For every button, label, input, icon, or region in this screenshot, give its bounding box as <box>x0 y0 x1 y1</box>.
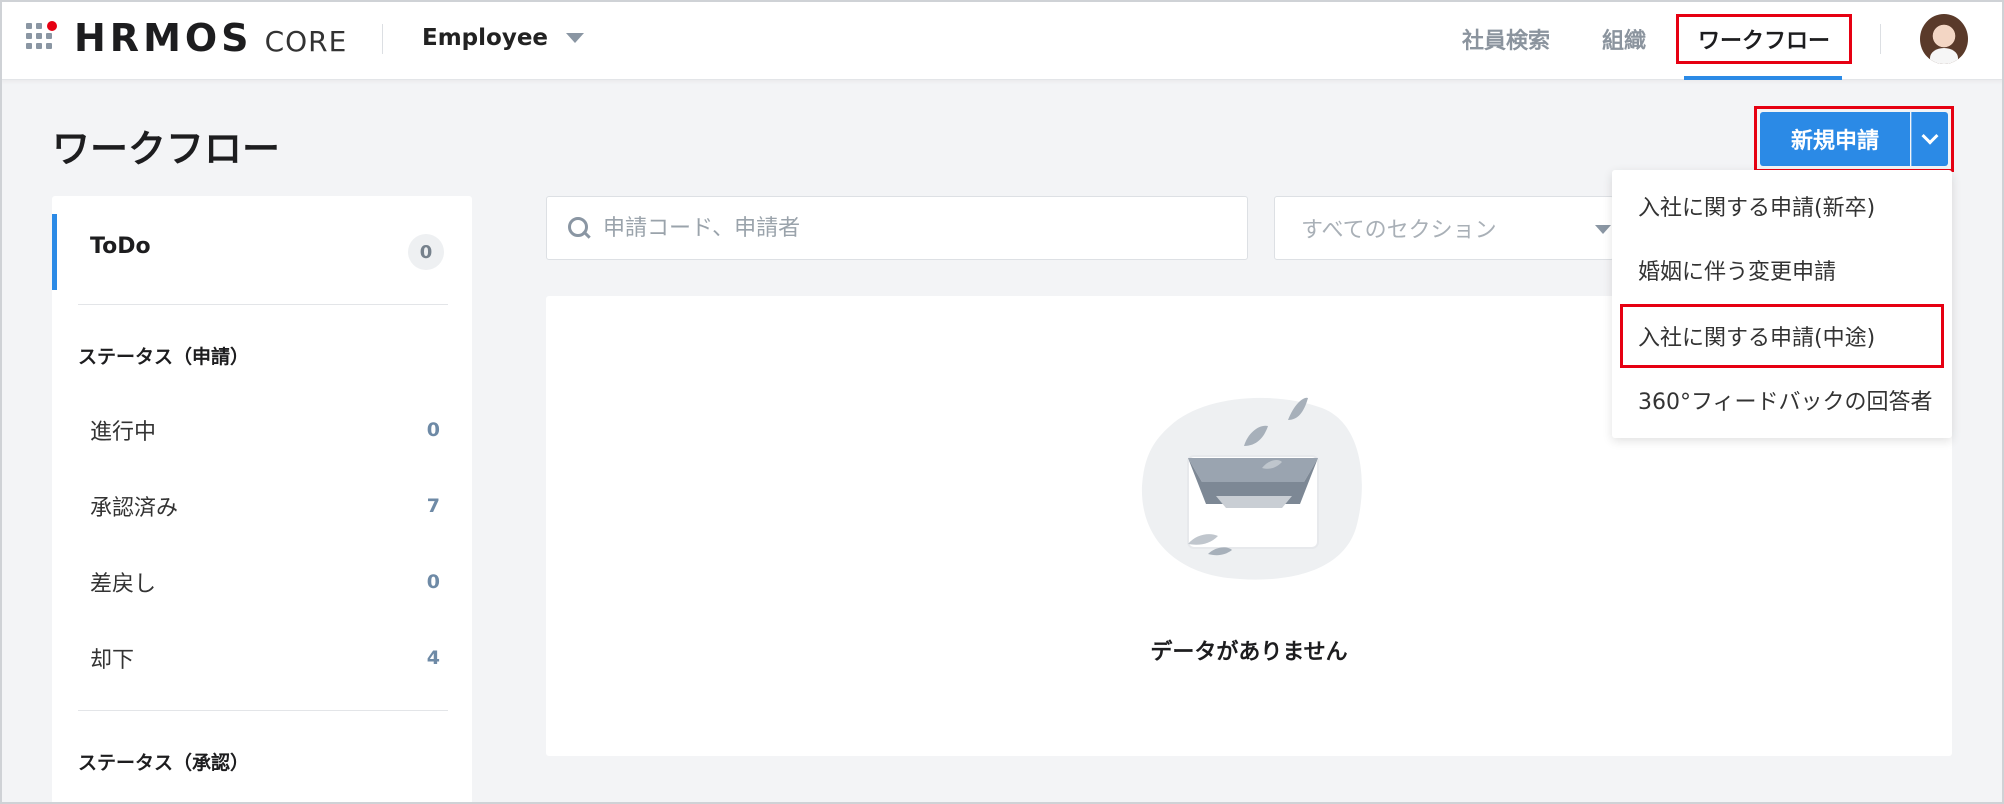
new-request-split-button: 新規申請 <box>1754 106 1954 172</box>
search-box <box>546 196 1248 260</box>
brand-sub: CORE <box>264 25 348 58</box>
role-select[interactable]: Employee <box>422 20 585 56</box>
count-badge: 0 <box>408 234 444 270</box>
menu-item-360-feedback[interactable]: 360°フィードバックの回答者 <box>1638 382 1933 418</box>
section-heading-request: ステータス（申請） <box>78 346 250 368</box>
brand-logo[interactable]: HRMOS CORE <box>74 16 347 60</box>
sidebar-item-label: 進行中 <box>90 420 157 445</box>
sidebar-divider <box>78 710 448 711</box>
sidebar-divider <box>78 304 448 305</box>
page-title: ワークフロー <box>52 127 281 171</box>
new-request-menu: 入社に関する申請(新卒) 婚姻に伴う変更申請 入社に関する申請(中途) 360°… <box>1612 170 1952 438</box>
header-divider <box>382 24 383 54</box>
nav-workflow[interactable]: ワークフロー <box>1676 14 1852 64</box>
nav-employee-search[interactable]: 社員検索 <box>1462 20 1550 58</box>
section-heading-approval: ステータス（承認） <box>78 752 250 774</box>
menu-item-mid-career[interactable]: 入社に関する申請(中途) <box>1638 318 1875 354</box>
top-header: HRMOS CORE Employee 社員検索 組織 ワークフロー <box>0 0 2004 80</box>
item-count: 0 <box>426 419 440 441</box>
empty-inbox-illustration <box>1141 397 1362 580</box>
item-count: 7 <box>426 495 440 517</box>
menu-item-marriage-change[interactable]: 婚姻に伴う変更申請 <box>1638 252 1836 288</box>
menu-item-new-graduate[interactable]: 入社に関する申請(新卒) <box>1638 188 1875 224</box>
new-request-dropdown-toggle[interactable] <box>1911 112 1948 166</box>
search-icon <box>567 216 591 240</box>
caret-down-icon <box>566 33 585 43</box>
sidebar-item-rejected[interactable]: 却下 4 <box>90 640 440 676</box>
search-input[interactable] <box>603 215 1223 241</box>
active-indicator <box>52 214 57 290</box>
brand-dot-icon <box>47 21 57 31</box>
empty-state-message: データがありません <box>1150 640 1348 665</box>
new-request-button[interactable]: 新規申請 <box>1760 112 1910 166</box>
nav-organization[interactable]: 組織 <box>1602 20 1646 58</box>
item-count: 4 <box>426 647 440 669</box>
brand-name: HRMOS <box>74 16 253 60</box>
sidebar-item-approved[interactable]: 承認済み 7 <box>90 488 440 524</box>
header-divider <box>1880 24 1881 54</box>
sidebar-item-label: 承認済み <box>90 496 179 521</box>
user-avatar[interactable] <box>1920 14 1968 64</box>
app-grid-icon[interactable] <box>26 21 57 53</box>
status-sidebar: ToDo 0 ステータス（申請） 進行中 0 承認済み 7 差戻し 0 却下 4… <box>52 196 472 804</box>
item-count: 0 <box>426 571 440 593</box>
chevron-down-icon <box>1921 127 1939 145</box>
section-select[interactable]: すべてのセクション <box>1274 196 1614 260</box>
role-label: Employee <box>422 25 549 51</box>
sidebar-item-todo[interactable]: ToDo 0 <box>52 214 472 290</box>
section-select-label: すべてのセクション <box>1301 218 1497 243</box>
sidebar-item-in-progress[interactable]: 進行中 0 <box>90 412 440 448</box>
sidebar-item-label: 却下 <box>90 648 135 673</box>
sidebar-item-label: 差戻し <box>90 572 157 597</box>
caret-down-icon <box>1595 225 1611 234</box>
nav-active-underline <box>1684 76 1842 80</box>
sidebar-item-label: ToDo <box>90 234 151 259</box>
sidebar-item-returned[interactable]: 差戻し 0 <box>90 564 440 600</box>
